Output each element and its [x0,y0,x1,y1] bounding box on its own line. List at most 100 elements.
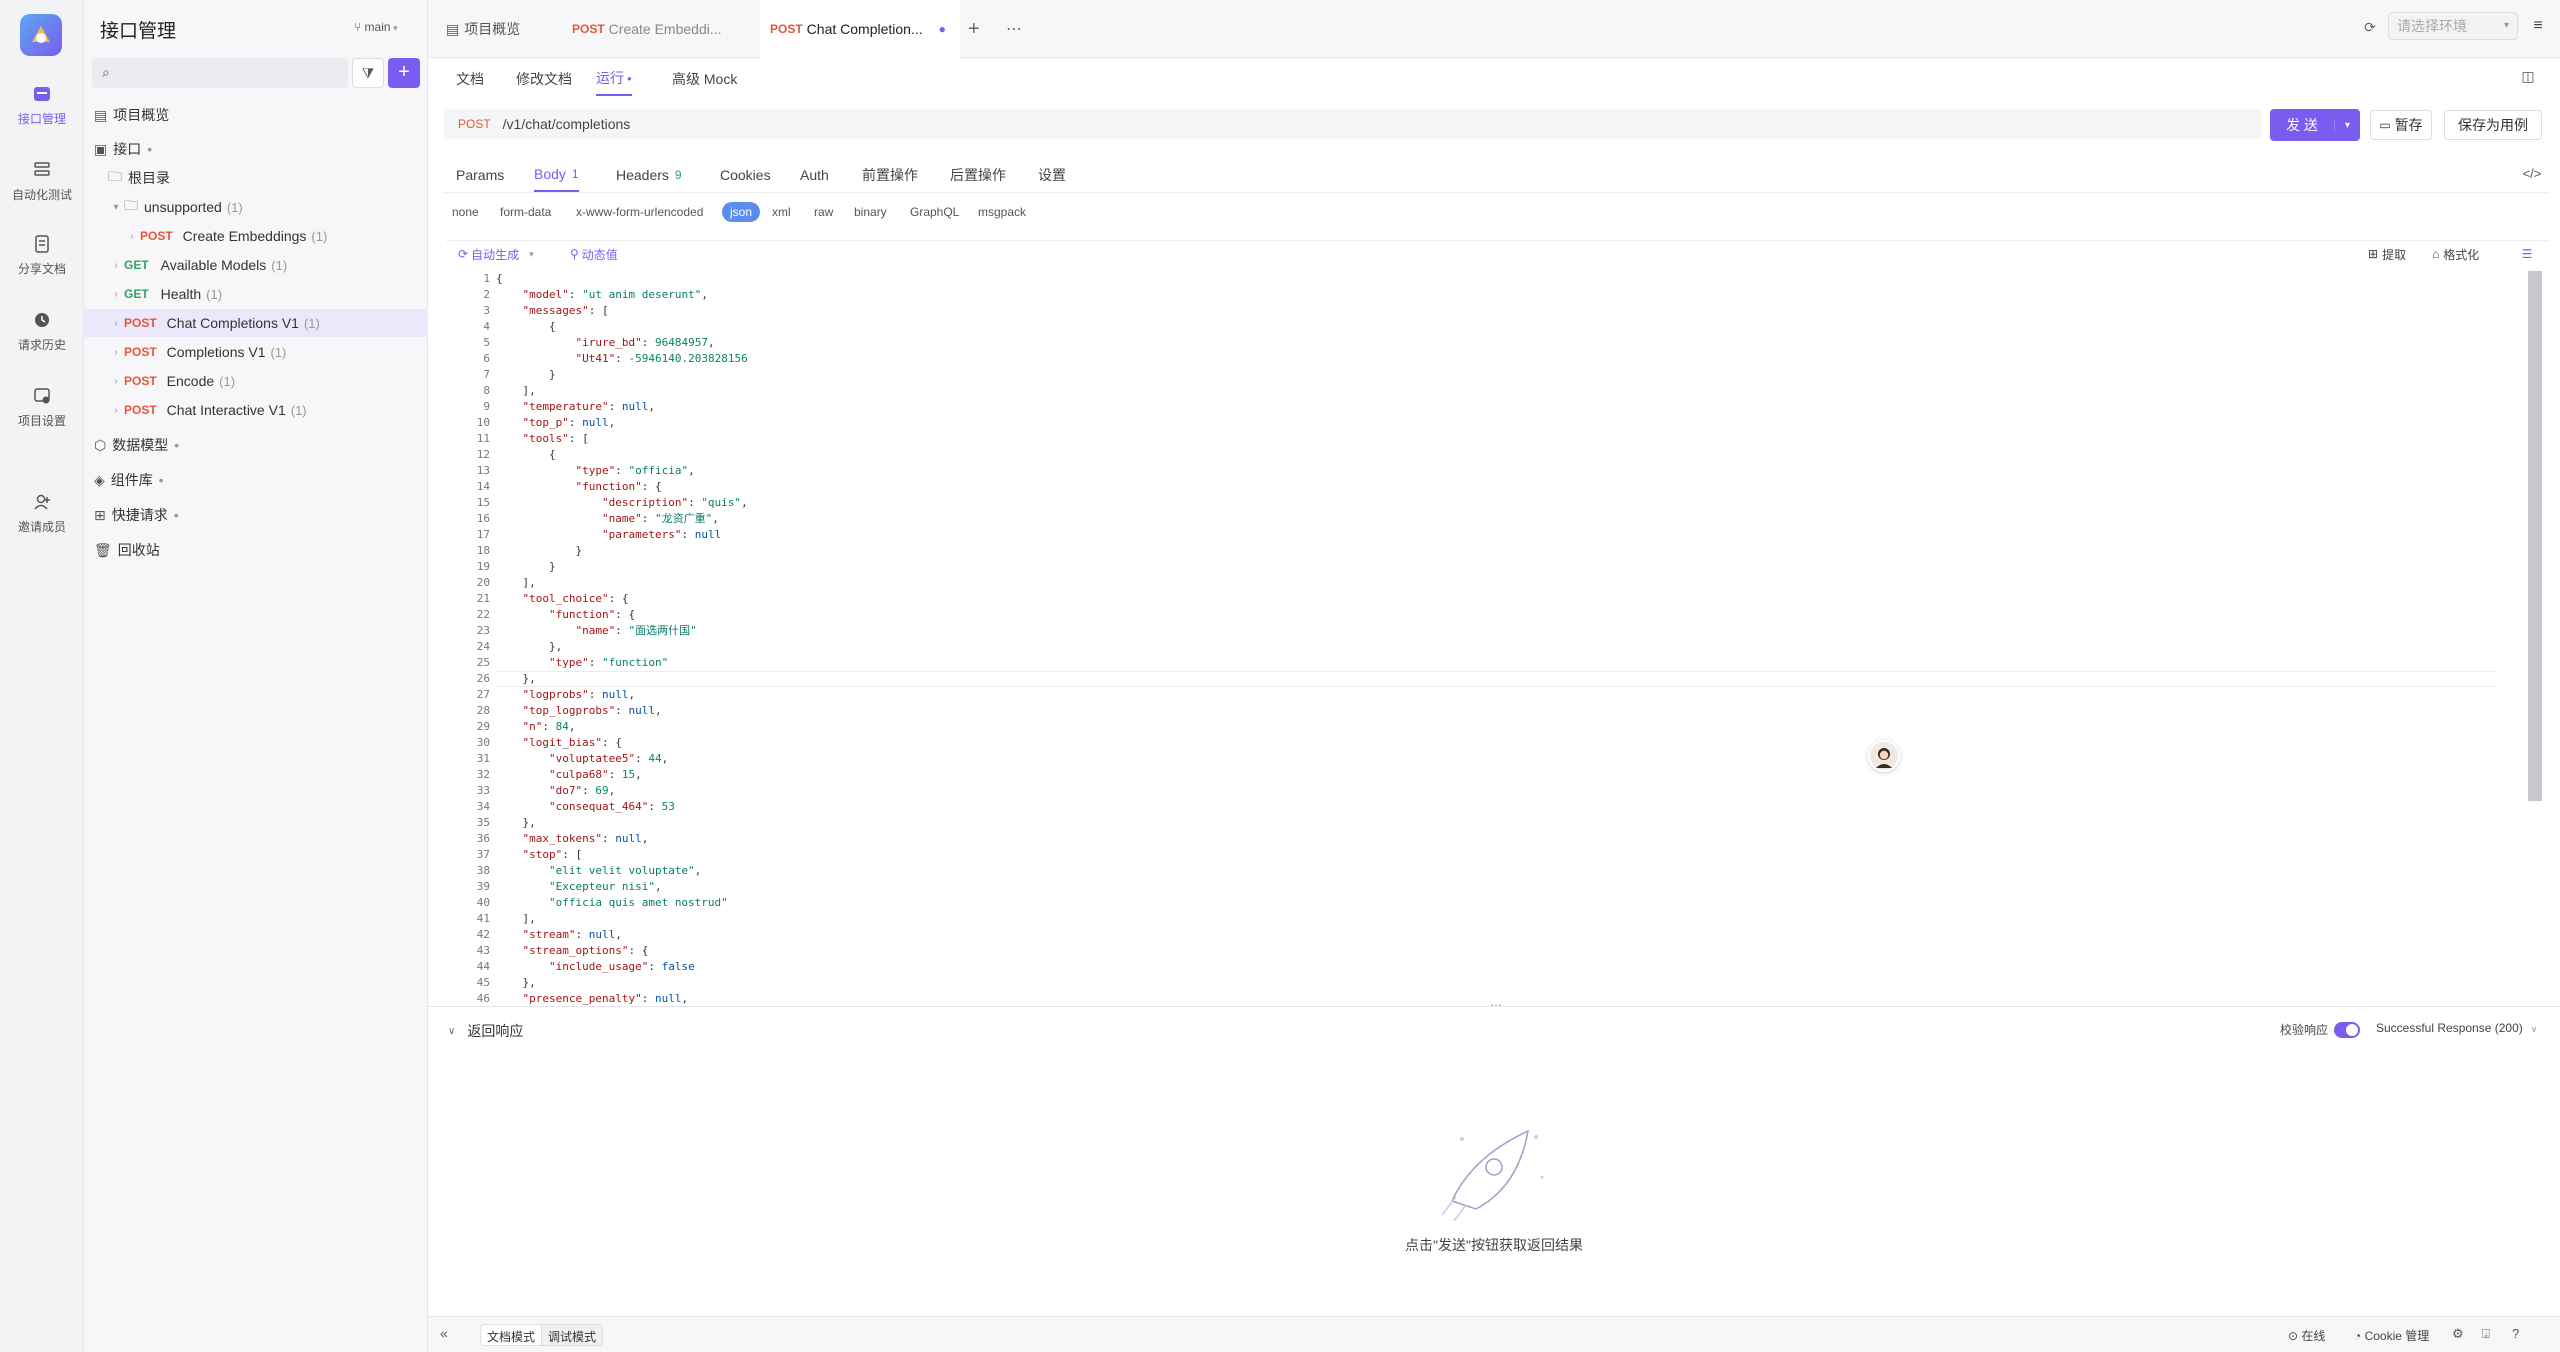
tab-edit-doc[interactable]: 修改文档 [516,62,572,96]
tab-create-embeddings[interactable]: POST Create Embeddi... [562,0,752,58]
tree-item-available-models[interactable]: › GET Available Models (1) [84,251,428,279]
send-button[interactable]: 发 送 ▾ [2270,109,2360,141]
environment-select[interactable]: 请选择环境 ▾ [2388,12,2518,40]
tab-advanced-mock[interactable]: 高级 Mock [672,62,737,96]
tab-chat-completions[interactable]: POST Chat Completion... ● [760,0,960,58]
line-number: 12 [476,448,490,461]
tab-cookies[interactable]: Cookies [720,158,771,192]
body-type-graphql[interactable]: GraphQL [910,202,959,222]
response-toggle[interactable]: ∨ 返回响应 [448,1021,523,1041]
scrollbar-thumb[interactable] [2528,271,2542,801]
tree-item-health[interactable]: › GET Health (1) [84,280,428,308]
tab-settings[interactable]: 设置 [1038,158,1066,192]
validate-label: 校验响应 [2280,1023,2329,1037]
tab-body[interactable]: Body 1 [534,158,579,192]
chevron-down-icon[interactable]: ▾ [2334,119,2360,131]
json-editor[interactable]: ⟳ 自动生成 ▾ ⚲ 动态值 ⊞ 提取 ⌂ 格式化 ☰ 1 2 3 4 5 6 7 8 9 10 11 12 13… [446,240,2548,1007]
online-status[interactable]: ⊙ 在线 [2288,1327,2325,1344]
tree-search[interactable]: ⌕ [92,58,348,88]
line-number: 26 [476,672,490,685]
tree-root-dir[interactable]: 🗀 根目录 [84,164,428,192]
toggle-panel-button[interactable]: ◫ [2516,64,2540,88]
method-select[interactable]: POST [458,117,491,131]
auto-generate-button[interactable]: ⟳ 自动生成 ▾ [458,243,534,265]
body-type-json[interactable]: json [722,202,761,222]
body-type-urlencoded[interactable]: x-www-form-urlencoded [576,202,703,222]
tree-item-chat-interactive-v1[interactable]: › POST Chat Interactive V1 (1) [84,396,428,424]
menu-button[interactable]: ≡ [2524,12,2552,40]
editor-scrollbar[interactable] [2528,271,2542,801]
rail-history[interactable]: 请求历史 [0,310,84,353]
split-panel-icon: ◫ [2521,68,2535,84]
rail-share-doc[interactable]: 分享文档 [0,234,84,277]
status-label: Successful Response (200) [2376,1021,2523,1035]
app-logo[interactable] [20,14,62,56]
tab-doc[interactable]: 文档 [456,62,484,96]
tree-item-encode[interactable]: › POST Encode (1) [84,367,428,395]
search-input[interactable] [122,63,342,80]
format-button[interactable]: ⌂ 格式化 [2432,243,2479,265]
tree-item-create-embeddings[interactable]: › POST Create Embeddings (1) [84,222,428,250]
url-input[interactable]: /v1/chat/completions [503,116,631,132]
cookie-manager-button[interactable]: ◔ Cookie 管理 [2354,1327,2429,1344]
tree-trash[interactable]: 🗑 回收站 [84,536,428,564]
tab-auth[interactable]: Auth [800,158,829,192]
rail-invite[interactable]: 邀请成员 [0,492,84,535]
rail-api-management[interactable]: 接口管理 [0,84,84,127]
body-type-xml[interactable]: xml [772,202,791,222]
add-button[interactable]: + [388,58,420,88]
dynamic-value-button[interactable]: ⚲ 动态值 [570,243,618,265]
body-type-binary[interactable]: binary [854,202,887,222]
rail-automation[interactable]: 自动化测试 [0,160,84,203]
filter-button[interactable]: ⧩ [352,58,384,88]
tree-api-root[interactable]: ▣ 接口 • [84,135,428,163]
branch-selector[interactable]: ⑂ main ▾ [354,20,398,34]
editor-menu-button[interactable]: ☰ [2516,243,2538,265]
save-as-case-button[interactable]: 保存为用例 [2444,110,2542,140]
share-doc-icon [35,235,49,253]
chevron-right-icon: › [114,317,118,329]
trash-button[interactable]: ⍗ [2482,1326,2490,1342]
code-line: "include_usage": false [548,960,695,973]
tab-run[interactable]: 运行 ● [596,62,632,96]
tree-components[interactable]: ◈ 组件库 • [84,466,428,494]
line-number: 11 [476,432,490,445]
tab-params[interactable]: Params [456,158,504,192]
new-tab-button[interactable]: + [968,0,996,58]
method-badge: POST [140,229,173,243]
extract-button[interactable]: ⊞ 提取 [2368,243,2406,265]
tree-folder-unsupported[interactable]: ▾ 🗀 unsupported (1) [84,193,428,221]
overview-icon: ▤ [446,20,460,37]
doc-mode-button[interactable]: 文档模式 [481,1325,543,1345]
tree-quick-requests[interactable]: ⊞ 快捷请求 • [84,501,428,529]
save-button[interactable]: ▭ 暂存 [2370,110,2432,140]
refresh-env-button[interactable]: ⟳ [2358,15,2382,39]
tree-data-models[interactable]: ⬡ 数据模型 • [84,431,428,459]
branch-name: main [364,20,391,34]
tab-post-ops[interactable]: 后置操作 [950,158,1006,192]
tab-overview[interactable]: ▤ 项目概览 [438,0,548,58]
code-content[interactable]: { "model": "ut anim deserunt", "messages… [496,271,2496,1007]
body-type-none[interactable]: none [452,202,479,222]
assistant-avatar[interactable] [1868,740,1900,772]
rail-settings[interactable]: 项目设置 [0,386,84,429]
request-url-bar[interactable]: POST /v1/chat/completions [444,109,2262,139]
response-status-select[interactable]: Successful Response (200) ∨ [2376,1021,2537,1035]
body-type-msgpack[interactable]: msgpack [978,202,1026,222]
help-button[interactable]: ? [2512,1326,2519,1341]
tree-item-chat-completions-v1[interactable]: › POST Chat Completions V1 (1) [84,309,428,337]
body-type-form-data[interactable]: form-data [500,202,551,222]
tab-headers[interactable]: Headers 9 [616,158,682,192]
rail-label: 接口管理 [17,112,66,126]
debug-mode-button[interactable]: 调试模式 [542,1325,603,1345]
collapse-sidebar-button[interactable]: « [440,1325,448,1341]
tree-overview[interactable]: ▤ 项目概览 [84,101,428,129]
tree-item-completions-v1[interactable]: › POST Completions V1 (1) [84,338,428,366]
tab-pre-ops[interactable]: 前置操作 [862,158,918,192]
code-view-button[interactable]: </> [2520,162,2544,186]
body-type-raw[interactable]: raw [814,202,833,222]
tab-more-button[interactable]: ⋯ [1006,0,1034,58]
validate-toggle[interactable] [2334,1021,2361,1038]
line-number: 13 [476,464,490,477]
settings-button[interactable]: ⚙ [2452,1326,2464,1342]
